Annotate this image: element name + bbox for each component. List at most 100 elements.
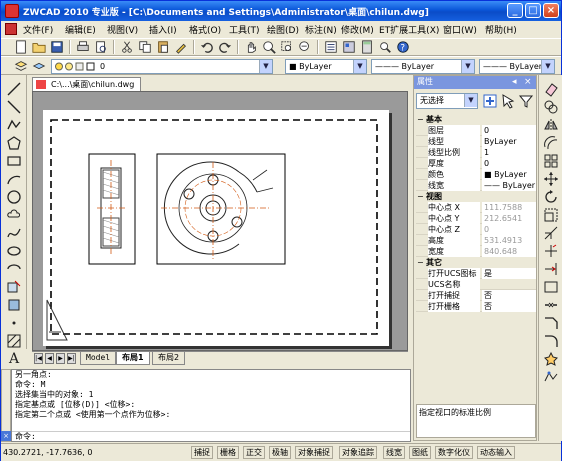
menu-draw[interactable]: 绘图(D) bbox=[267, 23, 299, 36]
properties-icon[interactable] bbox=[323, 40, 339, 54]
polyline-icon[interactable] bbox=[6, 117, 22, 133]
menu-dimension[interactable]: 标注(N) bbox=[305, 23, 337, 36]
menu-view[interactable]: 视图(V) bbox=[107, 23, 138, 36]
rotate-icon[interactable] bbox=[543, 189, 559, 205]
document-tab[interactable]: C:\...\桌面\chilun.dwg bbox=[32, 77, 142, 91]
calculator-icon[interactable] bbox=[359, 40, 375, 54]
property-category[interactable]: 视图 bbox=[416, 191, 536, 202]
property-category[interactable]: 其它 bbox=[416, 257, 536, 268]
menu-insert[interactable]: 插入(I) bbox=[149, 23, 177, 36]
ray-icon[interactable] bbox=[6, 99, 22, 115]
fillet-icon[interactable] bbox=[543, 333, 559, 349]
toggle-pickadd-icon[interactable] bbox=[482, 93, 498, 109]
spline-icon[interactable] bbox=[6, 225, 22, 241]
print-preview-icon[interactable] bbox=[93, 40, 109, 54]
tablet-toggle[interactable]: 数字化仪 bbox=[435, 446, 473, 459]
menu-tools[interactable]: 工具(T) bbox=[229, 23, 260, 36]
cut-icon[interactable] bbox=[119, 40, 135, 54]
match-properties-icon[interactable] bbox=[173, 40, 189, 54]
property-row[interactable]: 中心点 Y 212.6541 bbox=[416, 213, 536, 224]
ortho-toggle[interactable]: 正交 bbox=[243, 446, 265, 459]
zoom-window-icon[interactable] bbox=[279, 40, 295, 54]
maximize-button[interactable]: □ bbox=[525, 3, 541, 18]
previous-layout-button[interactable]: ◀ bbox=[45, 353, 54, 364]
property-row[interactable]: 线宽 —— ByLayer bbox=[416, 180, 536, 191]
property-value[interactable]: 840.648 bbox=[482, 246, 536, 257]
mirror-icon[interactable] bbox=[543, 117, 559, 133]
command-input[interactable]: 命令: bbox=[12, 431, 410, 441]
explode-icon[interactable] bbox=[543, 351, 559, 367]
trim-icon[interactable] bbox=[543, 243, 559, 259]
point-icon[interactable] bbox=[6, 315, 22, 331]
selection-select[interactable]: 无选择 ▼ bbox=[416, 93, 478, 109]
paste-icon[interactable] bbox=[155, 40, 171, 54]
property-row[interactable]: 宽度 840.648 bbox=[416, 246, 536, 257]
property-value[interactable]: 0 bbox=[482, 224, 536, 235]
tab-layout-2[interactable]: 布局2 bbox=[152, 352, 186, 365]
property-row[interactable]: 高度 531.4913 bbox=[416, 235, 536, 246]
undo-icon[interactable] bbox=[199, 40, 215, 54]
property-row[interactable]: 厚度 0 bbox=[416, 158, 536, 169]
open-folder-icon[interactable] bbox=[31, 40, 47, 54]
grid-toggle[interactable]: 栅格 bbox=[217, 446, 239, 459]
chamfer-icon[interactable] bbox=[543, 315, 559, 331]
property-row[interactable]: 颜色 ■ ByLayer bbox=[416, 169, 536, 180]
rectangle-icon[interactable] bbox=[6, 153, 22, 169]
scale-icon[interactable] bbox=[543, 207, 559, 223]
insert-block-icon[interactable] bbox=[6, 279, 22, 295]
color-select[interactable]: ■ ByLayer ▼ bbox=[285, 59, 367, 74]
property-row[interactable]: 图层 0 bbox=[416, 125, 536, 136]
property-value[interactable]: —— ByLayer bbox=[482, 180, 536, 191]
menu-et-tools[interactable]: ET扩展工具(X) bbox=[379, 23, 439, 36]
layer-select[interactable]: 0 ▼ bbox=[51, 59, 273, 74]
menu-file[interactable]: 文件(F) bbox=[23, 23, 53, 36]
property-value[interactable]: 0 bbox=[482, 158, 536, 169]
offset-icon[interactable] bbox=[543, 135, 559, 151]
copy-icon[interactable] bbox=[137, 40, 153, 54]
zoom-previous-icon[interactable] bbox=[297, 40, 313, 54]
auto-hide-icon[interactable]: ◂ bbox=[512, 76, 517, 88]
property-value[interactable]: ■ ByLayer bbox=[482, 169, 536, 180]
layer-manager-icon[interactable] bbox=[13, 59, 29, 73]
viewport-border[interactable] bbox=[50, 119, 378, 335]
minimize-button[interactable]: _ bbox=[507, 3, 523, 18]
property-row[interactable]: 打开捕捉否 bbox=[416, 290, 536, 301]
array-icon[interactable] bbox=[543, 153, 559, 169]
property-row[interactable]: 打开UCS图标是 bbox=[416, 268, 536, 279]
property-row[interactable]: UCS名称 bbox=[416, 279, 536, 290]
property-value[interactable]: 否 bbox=[482, 290, 536, 301]
tab-model[interactable]: Model bbox=[80, 352, 117, 365]
find-icon[interactable] bbox=[377, 40, 393, 54]
edit-polyline-icon[interactable] bbox=[543, 369, 559, 385]
property-row[interactable]: 中心点 X 111.7588 bbox=[416, 202, 536, 213]
polygon-icon[interactable] bbox=[6, 135, 22, 151]
line-icon[interactable] bbox=[6, 81, 22, 97]
pan-icon[interactable] bbox=[243, 40, 259, 54]
property-row[interactable]: 线型比例 1 bbox=[416, 147, 536, 158]
paper-toggle[interactable]: 图纸 bbox=[409, 446, 431, 459]
print-icon[interactable] bbox=[75, 40, 91, 54]
join-icon[interactable] bbox=[543, 297, 559, 313]
quick-select-icon[interactable] bbox=[518, 93, 534, 109]
next-layout-button[interactable]: ▶ bbox=[56, 353, 65, 364]
property-value[interactable]: 0 bbox=[482, 125, 536, 136]
ellipse-arc-icon[interactable] bbox=[6, 261, 22, 277]
stretch-icon[interactable] bbox=[543, 225, 559, 241]
new-file-icon[interactable] bbox=[13, 40, 29, 54]
drawing-canvas[interactable] bbox=[32, 91, 408, 351]
close-icon[interactable]: × bbox=[524, 76, 532, 88]
menu-modify[interactable]: 修改(M) bbox=[341, 23, 374, 36]
property-row[interactable]: 打开栅格否 bbox=[416, 301, 536, 312]
tab-layout-1[interactable]: 布局1 bbox=[116, 352, 150, 365]
property-value[interactable]: 111.7588 bbox=[482, 202, 536, 213]
design-center-icon[interactable] bbox=[341, 40, 357, 54]
property-category[interactable]: 基本 bbox=[416, 114, 536, 125]
text-icon[interactable]: A bbox=[6, 349, 22, 365]
property-row[interactable]: 中心点 Z0 bbox=[416, 224, 536, 235]
menu-window[interactable]: 窗口(W) bbox=[443, 23, 477, 36]
circle-icon[interactable] bbox=[6, 189, 22, 205]
hatch-icon[interactable] bbox=[6, 333, 22, 349]
zoom-realtime-icon[interactable] bbox=[261, 40, 277, 54]
layer-previous-icon[interactable] bbox=[31, 59, 47, 73]
object-snap-toggle[interactable]: 对象捕捉 bbox=[295, 446, 333, 459]
